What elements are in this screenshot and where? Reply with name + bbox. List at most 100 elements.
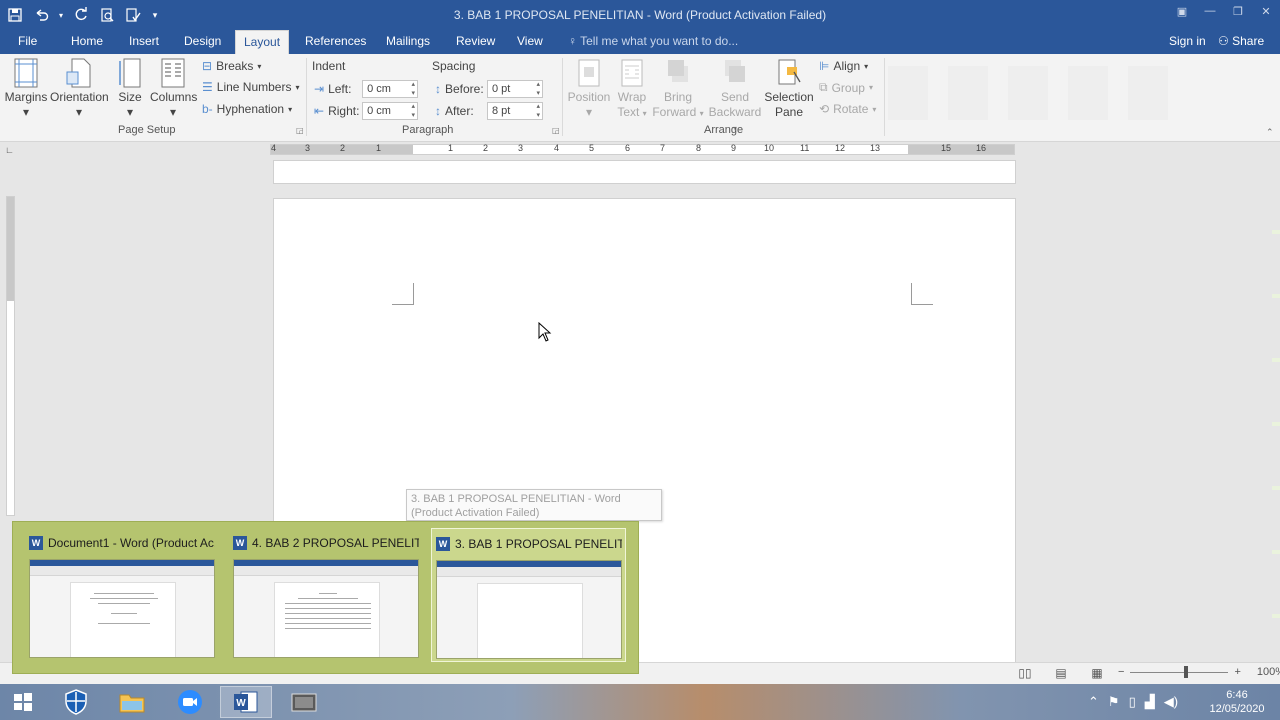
tab-view[interactable]: View	[509, 30, 551, 54]
orientation-button[interactable]: Orientation ▾	[50, 58, 109, 120]
ruler-tick: 15	[941, 143, 952, 153]
tab-design[interactable]: Design	[176, 30, 229, 54]
hyphenation-button[interactable]: b‐ Hyphenation ▾	[202, 102, 292, 116]
taskbar-preview-document1[interactable]: W Document1 - Word (Product Ac...	[25, 528, 220, 662]
tell-me-box[interactable]: ♀ Tell me what you want to do...	[568, 30, 738, 54]
preview-title-text: Document1 - Word (Product Ac...	[48, 536, 215, 550]
zoom-out-icon[interactable]: −	[1118, 666, 1124, 678]
selection-pane-button[interactable]: Selection Pane	[764, 58, 814, 120]
taskbar-tooltip: 3. BAB 1 PROPOSAL PENELITIAN - Word (Pro…	[406, 489, 662, 521]
preview-thumbnail	[436, 560, 622, 659]
window-title: 3. BAB 1 PROPOSAL PENELITIAN - Word (Pro…	[453, 8, 827, 22]
taskbar-word[interactable]: W	[220, 686, 272, 718]
margins-button[interactable]: Margins ▾	[4, 58, 48, 120]
start-button[interactable]	[0, 686, 46, 718]
zoom-in-icon[interactable]: +	[1234, 666, 1240, 678]
spacing-before-icon: ↕	[435, 82, 441, 96]
bring-forward-button[interactable]: Bring Forward ▾	[652, 58, 704, 121]
sign-in-link[interactable]: Sign in	[1169, 30, 1206, 52]
columns-button[interactable]: Columns ▾	[150, 58, 197, 120]
zoom-level[interactable]: 100%	[1257, 666, 1280, 678]
tab-references[interactable]: References	[297, 30, 374, 54]
taskbar-zoom[interactable]	[164, 686, 216, 718]
taskbar-preview-bab1[interactable]: W 3. BAB 1 PROPOSAL PENELITIA...	[431, 528, 626, 662]
tab-selector-icon[interactable]: ∟	[5, 145, 17, 156]
taskbar-preview-bab2[interactable]: W 4. BAB 2 PROPOSAL PENELITIA...	[229, 528, 424, 662]
taskbar-preview-panel: W Document1 - Word (Product Ac... W 4. B…	[12, 521, 639, 674]
indent-left-icon: ⇥	[314, 82, 325, 96]
position-label: Position	[567, 90, 611, 104]
shield-icon	[65, 689, 87, 715]
print-layout-icon[interactable]: ▤	[1052, 666, 1070, 682]
windows-logo-icon	[14, 693, 32, 711]
scrollbar-track[interactable]	[1272, 170, 1280, 670]
line-numbers-button[interactable]: ☰ Line Numbers ▾	[202, 80, 299, 94]
zoom-slider-thumb[interactable]	[1184, 665, 1189, 678]
ruler-tick: 9	[731, 143, 737, 153]
line-numbers-dropdown-icon: ▾	[295, 82, 300, 92]
taskbar-file-explorer[interactable]	[106, 686, 158, 718]
breaks-icon: ⊟	[202, 59, 213, 73]
word-icon: W	[29, 536, 43, 550]
wrap-text-label-1: Wrap	[617, 90, 647, 104]
ribbon-display-options-icon[interactable]: ▣	[1168, 0, 1196, 22]
align-button[interactable]: ⊫ Align ▾	[819, 59, 868, 73]
size-button[interactable]: Size ▾	[116, 58, 144, 120]
tray-overflow-icon[interactable]: ⌃	[1088, 694, 1099, 710]
ruler-tick: 7	[660, 143, 666, 153]
spacing-before-input[interactable]: 0 pt	[487, 80, 543, 98]
vertical-ruler[interactable]	[6, 196, 15, 516]
group-separator	[306, 58, 307, 136]
orientation-dropdown-icon: ▾	[75, 105, 83, 119]
mini-page	[274, 582, 380, 657]
collapse-ribbon-icon[interactable]: ⌃	[1266, 127, 1274, 138]
position-button[interactable]: Position ▾	[567, 58, 611, 120]
clock-time: 6:46	[1226, 689, 1248, 701]
preview-thumbnail	[29, 559, 215, 658]
ruler-tick: 6	[625, 143, 631, 153]
line-numbers-label: Line Numbers	[216, 80, 292, 94]
spacing-after-icon: ↕	[435, 104, 441, 118]
page-setup-dialog-launcher-icon[interactable]: ◲	[296, 126, 304, 135]
rotate-button[interactable]: ⟲ Rotate ▾	[819, 102, 876, 116]
margins-icon	[14, 58, 38, 88]
selection-pane-label-2: Pane	[774, 105, 804, 119]
network-icon[interactable]: ▟	[1145, 694, 1155, 710]
hyphenation-icon: b‐	[202, 102, 213, 116]
group-separator	[884, 58, 885, 136]
battery-icon[interactable]: ▯	[1129, 694, 1136, 710]
taskbar-defender[interactable]	[50, 686, 102, 718]
ruler-tick: 1	[448, 143, 454, 153]
preview-title: W 3. BAB 1 PROPOSAL PENELITIA...	[436, 537, 622, 551]
indent-left-input[interactable]: 0 cm	[362, 80, 419, 98]
indent-right-input[interactable]: 0 cm	[362, 102, 419, 120]
spacing-after-input[interactable]: 8 pt	[487, 102, 543, 120]
tab-review[interactable]: Review	[448, 30, 503, 54]
breaks-button[interactable]: ⊟ Breaks ▾	[202, 59, 261, 73]
size-label: Size	[118, 90, 142, 104]
horizontal-ruler[interactable]: 4 3 2 1 1 2 3 4 5 6 7 8 9 10 11 12 13 15…	[270, 143, 1015, 155]
window-controls: ▣ — ❐ ✕	[1168, 0, 1280, 22]
close-icon[interactable]: ✕	[1252, 0, 1280, 22]
minimize-icon[interactable]: —	[1196, 0, 1224, 22]
wrap-text-button[interactable]: Wrap Text ▾	[615, 58, 649, 121]
restore-icon[interactable]: ❐	[1224, 0, 1252, 22]
previous-page-bottom[interactable]	[273, 160, 1016, 184]
read-mode-icon[interactable]: ▯▯	[1016, 666, 1034, 682]
taskbar-media-app[interactable]	[278, 686, 330, 718]
tab-file[interactable]: File	[10, 30, 45, 54]
tab-home[interactable]: Home	[63, 30, 111, 54]
tab-mailings[interactable]: Mailings	[378, 30, 438, 54]
share-button[interactable]: ⚇ Share	[1218, 30, 1264, 52]
mini-ribbon	[437, 567, 621, 577]
clock[interactable]: 6:46 12/05/2020	[1200, 688, 1274, 716]
paragraph-dialog-launcher-icon[interactable]: ◲	[552, 126, 560, 135]
web-layout-icon[interactable]: ▦	[1088, 666, 1106, 682]
group-button[interactable]: ⧉ Group ▾	[819, 80, 873, 95]
tab-layout[interactable]: Layout	[235, 30, 290, 55]
zoom-slider[interactable]	[1130, 665, 1229, 678]
volume-icon[interactable]: ◀)	[1164, 694, 1178, 710]
bring-forward-dropdown-icon: ▾	[699, 109, 704, 118]
tab-insert[interactable]: Insert	[121, 30, 167, 54]
flag-icon[interactable]: ⚑	[1108, 694, 1120, 710]
